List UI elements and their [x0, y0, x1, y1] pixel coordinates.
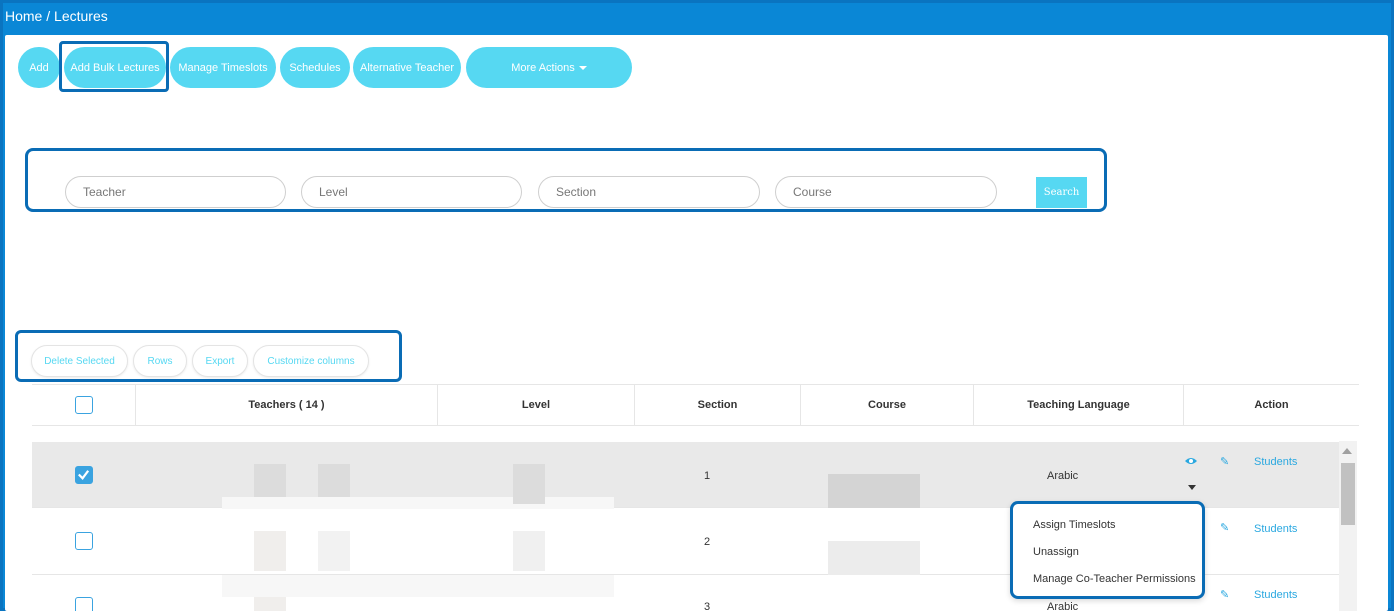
redacted-course [828, 474, 920, 508]
select-all-checkbox[interactable] [75, 396, 93, 414]
export-button[interactable]: Export [192, 345, 248, 377]
more-actions-label: More Actions [511, 61, 575, 74]
students-link[interactable]: Students [1254, 523, 1297, 535]
scroll-up-arrow-icon[interactable] [1342, 448, 1352, 454]
teaching-language-value: Arabic [1047, 601, 1079, 611]
breadcrumb: Home / Lectures [5, 8, 108, 24]
check-icon [78, 470, 90, 480]
course-filter-input[interactable]: Course [775, 176, 997, 208]
header-section[interactable]: Section [635, 385, 801, 425]
table-header: Teachers ( 14 ) Level Section Course Tea… [32, 384, 1359, 426]
manage-timeslots-button[interactable]: Manage Timeslots [170, 47, 276, 88]
redacted-course [828, 541, 920, 575]
section-value: 1 [704, 470, 711, 482]
breadcrumb-current: Lectures [54, 8, 108, 24]
teacher-filter-input[interactable]: Teacher [65, 176, 286, 208]
redacted-teacher [254, 531, 286, 571]
row-actions-dropdown-icon[interactable] [1188, 485, 1196, 490]
level-filter-input[interactable]: Level [301, 176, 522, 208]
scrollbar-thumb[interactable] [1341, 463, 1355, 525]
header-teachers[interactable]: Teachers ( 14 ) [136, 385, 438, 425]
redacted-level [513, 531, 545, 571]
header-action: Action [1254, 399, 1289, 411]
add-button[interactable]: Add [18, 47, 60, 88]
main-panel: Add Add Bulk Lectures Manage Timeslots S… [5, 35, 1388, 611]
section-value: 3 [704, 601, 711, 611]
menu-item-unassign[interactable]: Unassign [1033, 546, 1079, 558]
row-checkbox[interactable] [75, 466, 93, 484]
select-all-cell [32, 385, 136, 425]
delete-selected-button[interactable]: Delete Selected [31, 345, 128, 377]
rows-button[interactable]: Rows [133, 345, 187, 377]
row-checkbox[interactable] [75, 532, 93, 550]
redacted-teacher [254, 597, 286, 611]
students-link[interactable]: Students [1254, 589, 1297, 601]
alternative-teacher-button[interactable]: Alternative Teacher [353, 47, 461, 88]
breadcrumb-home[interactable]: Home [5, 8, 42, 24]
redacted-teacher [222, 575, 614, 597]
row-checkbox[interactable] [75, 597, 93, 611]
header-teaching-language[interactable]: Teaching Language [974, 385, 1184, 425]
section-value: 2 [704, 536, 711, 548]
eye-icon [1185, 458, 1197, 464]
add-bulk-focus-ring [59, 41, 169, 92]
redacted-teacher [318, 531, 350, 571]
header-level[interactable]: Level [438, 385, 635, 425]
menu-item-assign-timeslots[interactable]: Assign Timeslots [1033, 519, 1116, 531]
edit-pencil-icon[interactable]: ✎ [1220, 521, 1229, 534]
breadcrumb-separator: / [46, 8, 51, 24]
schedules-button[interactable]: Schedules [280, 47, 350, 88]
menu-item-manage-co-teacher-permissions[interactable]: Manage Co-Teacher Permissions [1033, 573, 1196, 585]
row-actions-menu: Assign Timeslots Unassign Manage Co-Teac… [1010, 501, 1205, 599]
section-filter-input[interactable]: Section [538, 176, 760, 208]
students-link[interactable]: Students [1254, 456, 1297, 468]
view-eye-icon[interactable] [1185, 456, 1197, 469]
table-row[interactable]: 1 Arabic ✎ Students [32, 442, 1339, 531]
caret-down-icon [578, 65, 587, 70]
header-course[interactable]: Course [801, 385, 974, 425]
redacted-level [513, 464, 545, 504]
teaching-language-value: Arabic [1047, 470, 1079, 482]
edit-pencil-icon[interactable]: ✎ [1220, 455, 1229, 468]
search-button[interactable]: Search [1036, 177, 1087, 208]
more-actions-button[interactable]: More Actions [466, 47, 632, 88]
edit-pencil-icon[interactable]: ✎ [1220, 588, 1229, 601]
customize-columns-button[interactable]: Customize columns [253, 345, 369, 377]
